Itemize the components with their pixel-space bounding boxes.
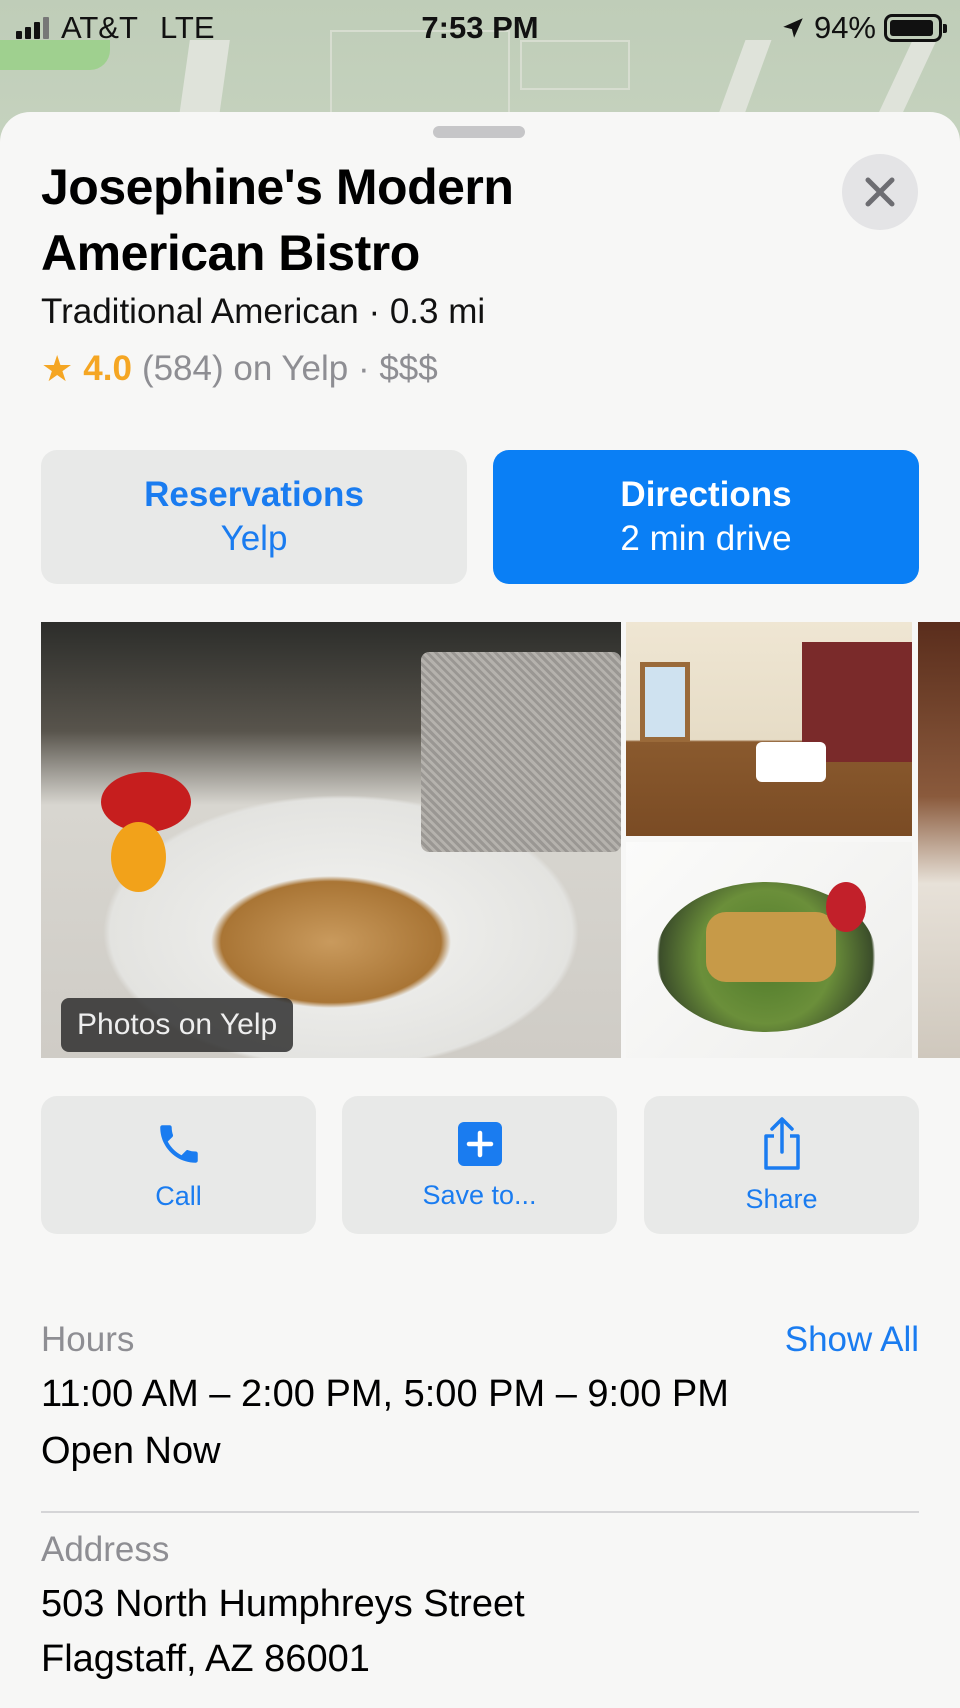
photo-dining-room[interactable] bbox=[626, 622, 912, 836]
directions-label: Directions bbox=[620, 475, 792, 514]
location-arrow-icon bbox=[783, 18, 803, 38]
open-status: Open Now bbox=[41, 1430, 221, 1472]
phone-icon bbox=[159, 1124, 198, 1163]
place-card-sheet: Josephine's Modern American Bistro Tradi… bbox=[0, 112, 960, 1708]
share-button[interactable]: Share bbox=[644, 1096, 919, 1234]
status-right: 94% bbox=[780, 10, 947, 46]
rating-reviews: (584) on Yelp · $$$ bbox=[141, 349, 438, 388]
star-icon: ★ bbox=[41, 348, 74, 389]
place-title: Josephine's Modern American Bistro bbox=[41, 159, 514, 281]
close-icon bbox=[865, 177, 895, 207]
reservations-button[interactable]: Reservations Yelp bbox=[41, 450, 467, 584]
save-to-button[interactable]: Save to... bbox=[342, 1096, 617, 1234]
call-button[interactable]: Call bbox=[41, 1096, 316, 1234]
photo-pancakes[interactable]: Photos on Yelp bbox=[41, 622, 621, 1058]
rating-row[interactable]: ★ 4.0 (584) on Yelp · $$$ bbox=[41, 348, 438, 390]
section-divider bbox=[41, 1511, 919, 1513]
hours-label: Hours bbox=[41, 1320, 135, 1359]
close-button[interactable] bbox=[842, 154, 918, 230]
address-line-1[interactable]: 503 North Humphreys Street bbox=[41, 1576, 525, 1632]
save-to-label: Save to... bbox=[422, 1179, 537, 1210]
status-bar: AT&T LTE 7:53 PM 94% bbox=[0, 0, 960, 52]
hours-value: 11:00 AM – 2:00 PM, 5:00 PM – 9:00 PM bbox=[41, 1373, 729, 1415]
rating-score: 4.0 bbox=[83, 349, 132, 388]
address-label: Address bbox=[41, 1530, 170, 1569]
photo-salad-dish[interactable] bbox=[626, 842, 912, 1058]
share-icon bbox=[763, 1116, 800, 1170]
place-subtitle: Traditional American · 0.3 mi bbox=[41, 292, 486, 331]
reservations-label: Reservations bbox=[144, 475, 364, 514]
share-label: Share bbox=[745, 1183, 818, 1214]
plus-square-icon bbox=[457, 1121, 502, 1166]
show-all-hours-link[interactable]: Show All bbox=[785, 1320, 919, 1360]
sheet-grabber[interactable] bbox=[433, 126, 525, 138]
call-label: Call bbox=[155, 1180, 202, 1211]
battery-percent: 94% bbox=[813, 10, 876, 45]
photo-gallery[interactable]: Photos on Yelp bbox=[41, 622, 960, 1058]
photos-on-yelp-label[interactable]: Photos on Yelp bbox=[61, 998, 294, 1052]
address-line-2[interactable]: Flagstaff, AZ 86001 bbox=[41, 1631, 370, 1687]
battery-icon bbox=[884, 14, 947, 42]
directions-button[interactable]: Directions 2 min drive bbox=[493, 450, 919, 584]
directions-sublabel: 2 min drive bbox=[620, 519, 792, 558]
battery-level-fill bbox=[890, 20, 934, 36]
photo-dessert[interactable] bbox=[918, 622, 960, 1058]
reservations-sublabel: Yelp bbox=[220, 519, 288, 558]
